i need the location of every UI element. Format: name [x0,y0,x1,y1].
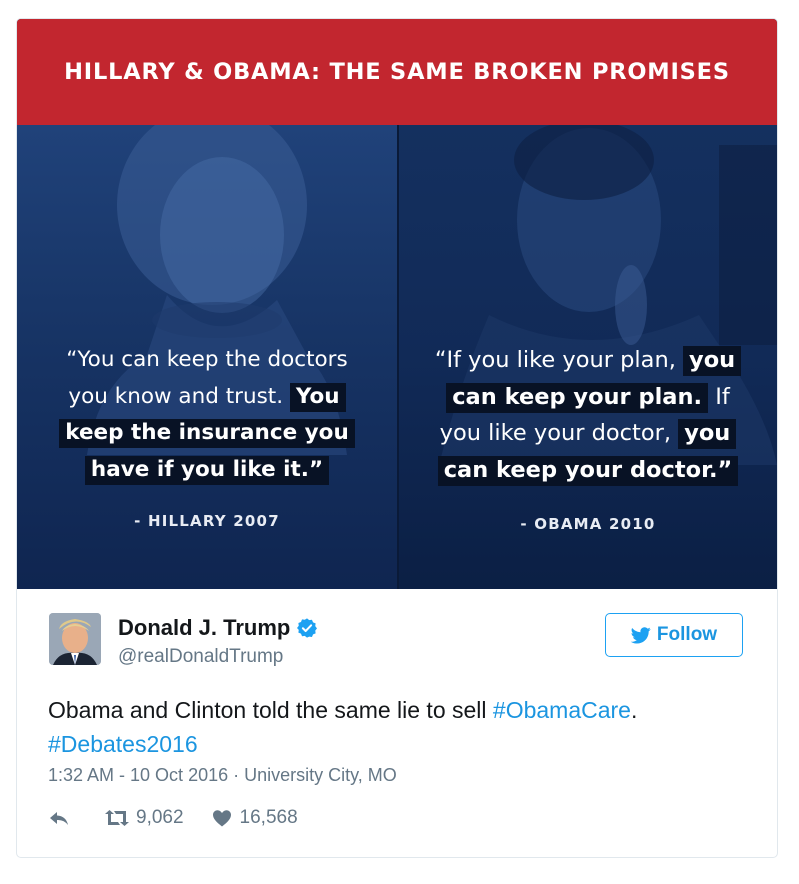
hashtag-debates2016-link[interactable]: #Debates2016 [48,731,198,757]
hillary-quote: “You can keep the doctors you know and t… [17,342,397,488]
twitter-bird-icon [630,626,651,643]
obama-panel: “If you like your plan, you can keep you… [399,125,777,589]
obama-quote-line-3a: you like your doctor, [439,420,672,446]
like-count: 16,568 [239,807,298,828]
reply-icon [50,812,68,825]
avatar-image [49,613,101,665]
obama-attribution: - OBAMA 2010 [520,515,656,533]
like-button[interactable]: 16,568 [212,807,298,829]
hillary-quote-highlight-2: keep the insurance you [59,419,355,448]
verified-badge-icon [297,618,318,638]
hillary-panel: “You can keep the doctors you know and t… [17,125,397,589]
retweet-count: 9,062 [136,807,184,828]
tweet-actions: 9,062 16,568 [48,807,298,829]
author-name-text: Donald J. Trump [118,615,291,640]
tweet-text: Obama and Clinton told the same lie to s… [48,693,748,761]
hillary-quote-line-1: “You can keep the doctors [66,347,348,372]
tweet-text-part-1: Obama and Clinton told the same lie to s… [48,697,493,723]
meta-separator: · [228,765,245,785]
hillary-quote-line-2a: you know and trust. [68,383,284,409]
heart-icon [212,810,231,827]
obama-quote-highlight-1: you [683,346,742,376]
tweet-body: Donald J. Trump @realDonaldTrump Follow … [17,589,777,857]
banner-title: HILLARY & OBAMA: THE SAME BROKEN PROMISE… [64,59,730,85]
follow-button[interactable]: Follow [605,613,743,657]
obama-quote: “If you like your plan, you can keep you… [399,342,777,488]
avatar[interactable] [49,613,101,665]
tweet-meta: 1:32 AM - 10 Oct 2016 · University City,… [48,765,397,786]
graphic-banner: HILLARY & OBAMA: THE SAME BROKEN PROMISE… [17,19,777,125]
obama-quote-highlight-2: can keep your plan. [446,382,709,413]
reply-button[interactable] [48,809,70,827]
obama-quote-highlight-4: can keep your doctor.” [437,455,739,486]
follow-button-label: Follow [656,624,718,645]
tweet-media-image[interactable]: HILLARY & OBAMA: THE SAME BROKEN PROMISE… [17,19,777,589]
obama-quote-line-2b: If [715,383,730,410]
hillary-quote-highlight-3: have if you like it.” [84,455,330,485]
retweet-button[interactable]: 9,062 [104,807,184,829]
hillary-quote-highlight-1: You [289,382,346,412]
retweet-icon [105,810,129,826]
tweet-timestamp-link[interactable]: 1:32 AM - 10 Oct 2016 [48,765,228,785]
hashtag-obamacare-link[interactable]: #ObamaCare [493,697,631,723]
tweet-location-link[interactable]: University City, MO [244,765,397,785]
author-handle[interactable]: @realDonaldTrump [118,646,283,668]
obama-quote-line-1a: “If you like your plan, [434,347,676,373]
tweet-card: HILLARY & OBAMA: THE SAME BROKEN PROMISE… [16,18,778,858]
author-name[interactable]: Donald J. Trump [118,615,318,641]
tweet-text-part-2: . [630,697,638,723]
obama-quote-highlight-3: you [678,419,737,449]
hillary-attribution: - HILLARY 2007 [134,512,280,530]
